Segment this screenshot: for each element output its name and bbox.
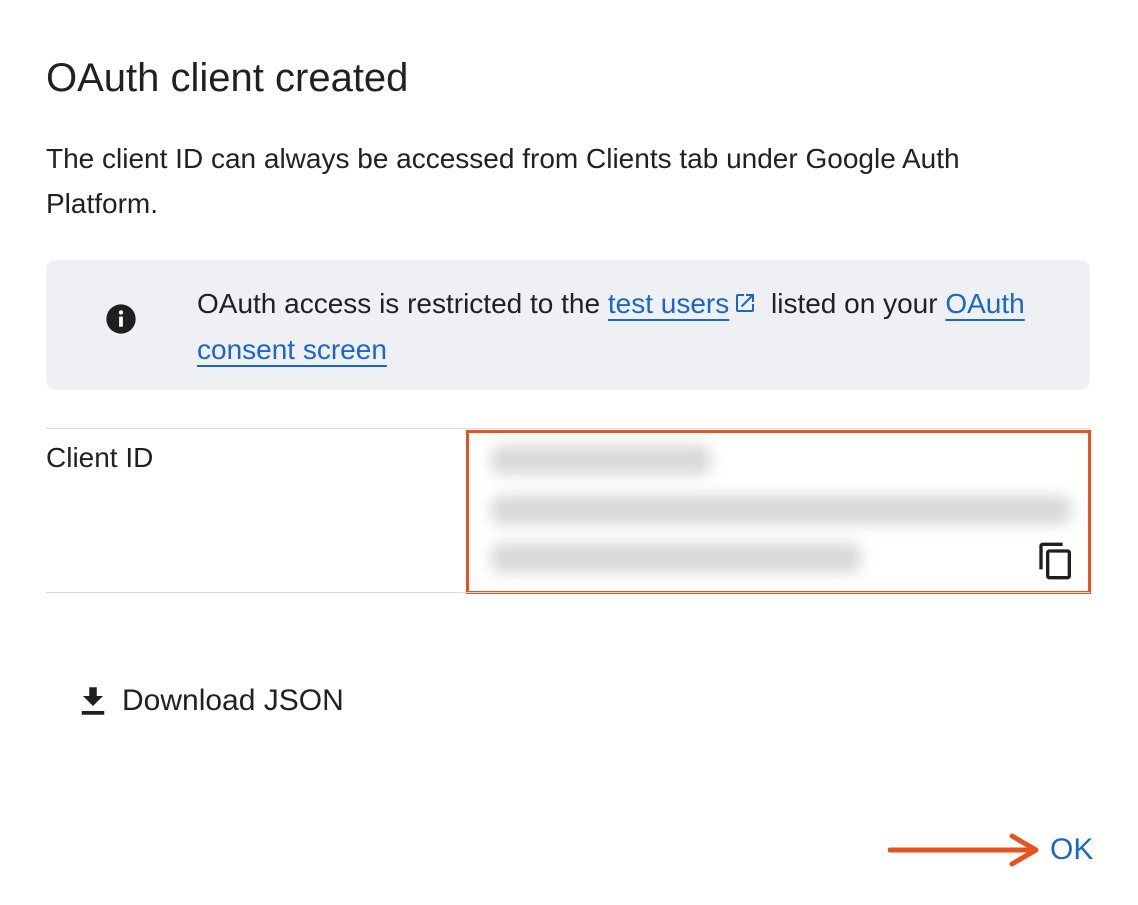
download-icon bbox=[81, 687, 105, 715]
dialog-title: OAuth client created bbox=[46, 56, 409, 100]
client-id-value-highlight bbox=[466, 430, 1091, 594]
info-text-part1: OAuth access is restricted to the bbox=[197, 288, 608, 319]
client-id-blurred-line-1 bbox=[491, 445, 711, 475]
ok-button[interactable]: OK bbox=[1050, 828, 1093, 872]
download-json-button[interactable]: Download JSON bbox=[78, 676, 344, 726]
client-id-blurred-line-3 bbox=[491, 543, 861, 573]
client-id-blurred-line-2 bbox=[491, 495, 1071, 525]
download-json-label: Download JSON bbox=[122, 684, 344, 717]
divider-bottom bbox=[46, 592, 1090, 593]
oauth-client-created-dialog: OAuth client created The client ID can a… bbox=[0, 0, 1138, 905]
copy-icon[interactable] bbox=[1036, 541, 1076, 581]
external-link-icon[interactable] bbox=[733, 291, 757, 315]
info-text-part2: listed on your bbox=[763, 288, 946, 319]
divider-top bbox=[46, 428, 1090, 429]
test-users-link[interactable]: test users bbox=[608, 288, 729, 319]
annotation-arrow bbox=[888, 833, 1039, 867]
info-banner-text: OAuth access is restricted to the test u… bbox=[197, 281, 1057, 373]
dialog-description: The client ID can always be accessed fro… bbox=[46, 143, 960, 219]
info-banner: OAuth access is restricted to the test u… bbox=[46, 260, 1090, 390]
client-id-label: Client ID bbox=[46, 442, 154, 473]
info-icon bbox=[106, 304, 136, 334]
